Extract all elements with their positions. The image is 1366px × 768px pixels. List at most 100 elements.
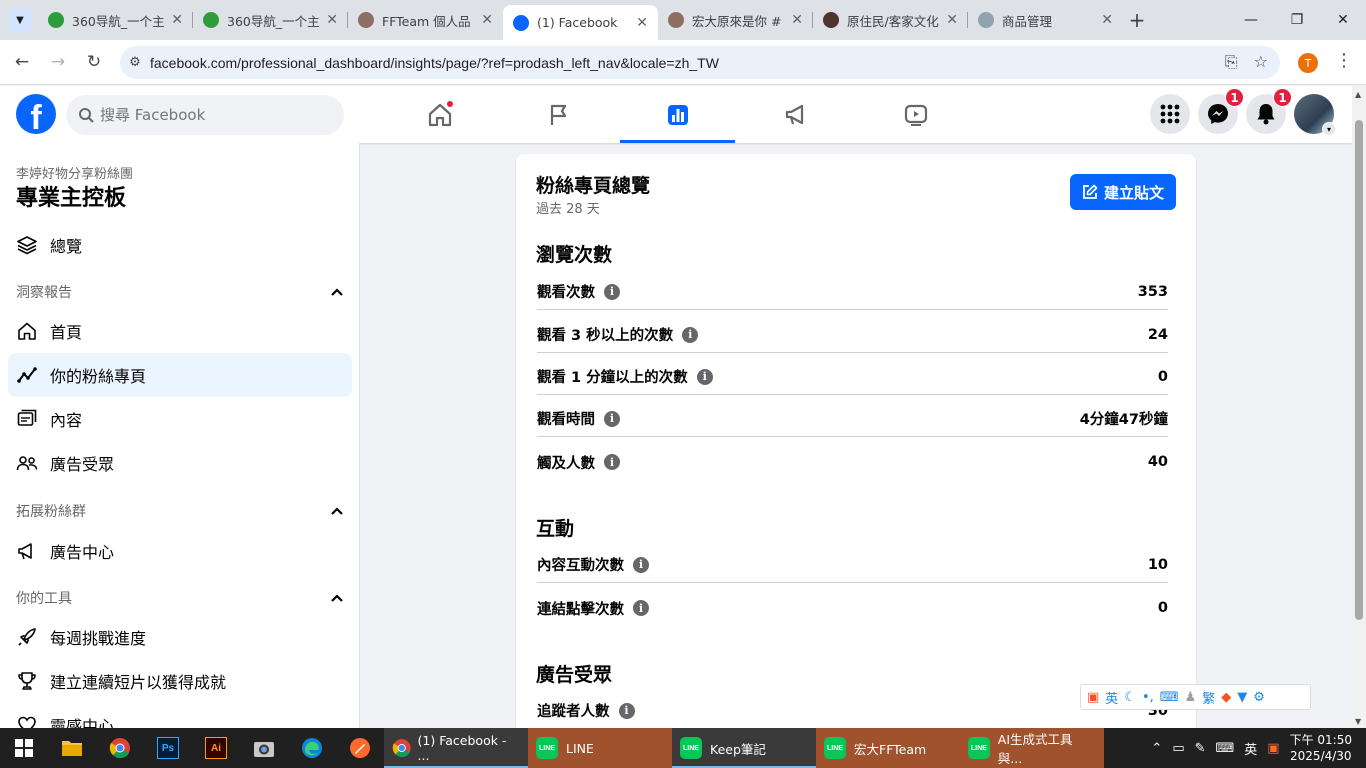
mic-icon[interactable]: ◆ — [1221, 690, 1231, 705]
taskbar-app-keep[interactable]: LINE Keep筆記 — [672, 728, 816, 768]
menu-grid-button[interactable] — [1150, 94, 1190, 134]
nav-ads[interactable] — [737, 86, 856, 143]
ime-tray-icon[interactable]: ▣ — [1267, 741, 1279, 756]
tab-close-icon[interactable]: ✕ — [326, 12, 338, 28]
taskbar-app-facebook[interactable]: (1) Facebook - ... — [384, 728, 528, 768]
browser-tab[interactable]: 360导航_一个主 ✕ — [38, 0, 193, 40]
chrome-profile-avatar[interactable]: T — [1298, 53, 1318, 73]
info-icon[interactable]: i — [682, 326, 699, 343]
nav-video[interactable] — [856, 86, 975, 143]
line-icon: LINE — [536, 737, 558, 759]
edge-button[interactable] — [288, 728, 336, 768]
close-window-icon[interactable]: ✕ — [1320, 0, 1366, 40]
notifications-button[interactable]: 1 — [1246, 88, 1292, 134]
tab-close-icon[interactable]: ✕ — [481, 12, 493, 28]
browser-tab[interactable]: 原住民/客家文化 ✕ — [813, 0, 968, 40]
info-icon[interactable]: i — [633, 556, 649, 573]
info-icon[interactable]: i — [633, 600, 649, 616]
info-icon[interactable]: i — [618, 702, 635, 719]
browser-tab[interactable]: FFTeam 個人品 ✕ — [348, 0, 503, 40]
search-input[interactable] — [100, 106, 320, 124]
keyboard-icon[interactable]: ⌨ — [1160, 690, 1179, 705]
sidebar-item-audience[interactable]: 廣告受眾 — [8, 441, 352, 485]
tab-close-icon[interactable]: ✕ — [946, 12, 958, 28]
nav-pages[interactable] — [499, 86, 618, 143]
ime-language-indicator[interactable]: 英 — [1244, 739, 1257, 758]
moon-icon[interactable]: ☾ — [1124, 690, 1136, 705]
back-arrow-icon[interactable]: ← — [10, 50, 34, 74]
create-post-button[interactable]: 建立貼文 — [1070, 174, 1176, 210]
keyboard-icon[interactable]: ⌨ — [1216, 741, 1235, 756]
scroll-up-icon[interactable]: ▲ — [1355, 90, 1361, 99]
browser-tab-active[interactable]: (1) Facebook ✕ — [503, 5, 658, 40]
install-app-icon[interactable]: ⎘ — [1225, 52, 1238, 72]
sidebar-item-inspiration[interactable]: 靈感中心 — [8, 703, 352, 728]
restore-icon[interactable]: ❐ — [1274, 0, 1320, 40]
info-icon[interactable]: i — [604, 454, 620, 470]
user-icon[interactable]: ♟ — [1185, 690, 1197, 705]
punctuation-icon[interactable]: •, — [1142, 690, 1154, 705]
sidebar-item-home[interactable]: 首頁 — [8, 309, 352, 353]
start-button[interactable] — [0, 728, 48, 768]
taskbar-app-line[interactable]: LINE LINE — [528, 728, 672, 768]
scrollbar-thumb[interactable] — [1355, 120, 1363, 620]
forward-arrow-icon[interactable]: → — [46, 50, 70, 74]
chevron-up-icon[interactable] — [330, 285, 344, 299]
browser-tab[interactable]: 商品管理 ✕ — [968, 0, 1123, 40]
info-icon[interactable]: i — [604, 410, 620, 427]
settings-gear-icon[interactable]: ⚙ — [1253, 690, 1265, 705]
photoshop-button[interactable]: Ps — [144, 728, 192, 768]
chevron-up-icon[interactable] — [330, 504, 344, 518]
pen-tray-icon[interactable]: ✎ — [1195, 741, 1206, 756]
ime-trad-toggle[interactable]: 繁 — [1202, 688, 1215, 707]
bookmark-star-icon[interactable]: ☆ — [1254, 52, 1268, 72]
address-bar[interactable]: ⚙ facebook.com/professional_dashboard/in… — [120, 46, 1280, 79]
tab-search-button[interactable]: ▼ — [8, 8, 32, 32]
chrome-menu-icon[interactable]: ⋮ — [1335, 50, 1353, 71]
section-header-grow[interactable]: 拓展粉絲群 — [16, 499, 344, 523]
ime-lang-toggle[interactable]: 英 — [1105, 688, 1118, 707]
sidebar-item-ad-center[interactable]: 廣告中心 — [8, 529, 352, 573]
taskbar-app-ffteam[interactable]: LINE 宏大FFTeam — [816, 728, 960, 768]
camera-app-button[interactable] — [240, 728, 288, 768]
nav-professional-dashboard[interactable] — [618, 86, 737, 143]
taskbar-app-ai-tools[interactable]: LINE AI生成式工具與... — [960, 728, 1104, 768]
new-tab-button[interactable]: + — [1123, 0, 1151, 40]
pen-app-button[interactable] — [336, 728, 384, 768]
file-explorer-button[interactable] — [48, 728, 96, 768]
info-icon[interactable]: i — [696, 368, 713, 385]
chrome-taskbar-button[interactable] — [96, 728, 144, 768]
account-avatar[interactable]: ▾ — [1294, 94, 1336, 136]
browser-tab[interactable]: 360导航_一个主 ✕ — [193, 0, 348, 40]
tab-close-icon[interactable]: ✕ — [171, 12, 183, 28]
reload-icon[interactable]: ↻ — [82, 50, 106, 74]
chevron-up-icon[interactable]: ⌃ — [1151, 741, 1162, 756]
skin-icon[interactable]: ▼ — [1237, 690, 1247, 705]
tab-close-icon[interactable]: ✕ — [1101, 12, 1113, 28]
sidebar-item-content[interactable]: 內容 — [8, 397, 352, 441]
network-icon[interactable]: ▭ — [1172, 741, 1184, 756]
sidebar-item-weekly-challenge[interactable]: 每週挑戰進度 — [8, 615, 352, 659]
sidebar-item-streaks[interactable]: 建立連續短片以獲得成就 — [8, 659, 352, 703]
page-scrollbar[interactable]: ▲ ▼ — [1352, 86, 1366, 728]
sidebar-item-overview[interactable]: 總覽 — [8, 223, 352, 267]
tab-close-icon[interactable]: ✕ — [791, 12, 803, 28]
facebook-search-box[interactable] — [66, 95, 344, 135]
chevron-up-icon[interactable] — [330, 591, 344, 605]
messenger-button[interactable]: 1 — [1198, 88, 1244, 134]
section-header-tools[interactable]: 你的工具 — [16, 586, 344, 610]
tab-close-icon[interactable]: ✕ — [636, 15, 648, 31]
section-header-insights[interactable]: 洞察報告 — [16, 280, 344, 304]
system-clock[interactable]: 下午 01:50 2025/4/30 — [1290, 732, 1352, 764]
illustrator-button[interactable]: Ai — [192, 728, 240, 768]
browser-tab[interactable]: 宏大原來是你 # ✕ — [658, 0, 813, 40]
info-icon[interactable]: i — [604, 283, 620, 300]
url-text[interactable]: facebook.com/professional_dashboard/insi… — [150, 55, 719, 71]
site-info-icon[interactable]: ⚙ — [120, 55, 150, 70]
sidebar-item-your-page[interactable]: 你的粉絲專頁 — [8, 353, 352, 397]
minimize-icon[interactable]: — — [1228, 0, 1274, 40]
facebook-logo-icon[interactable]: f — [16, 94, 56, 134]
scroll-down-icon[interactable]: ▼ — [1355, 717, 1361, 726]
nav-home[interactable] — [380, 86, 499, 143]
ime-logo-icon[interactable]: ▣ — [1087, 690, 1099, 705]
